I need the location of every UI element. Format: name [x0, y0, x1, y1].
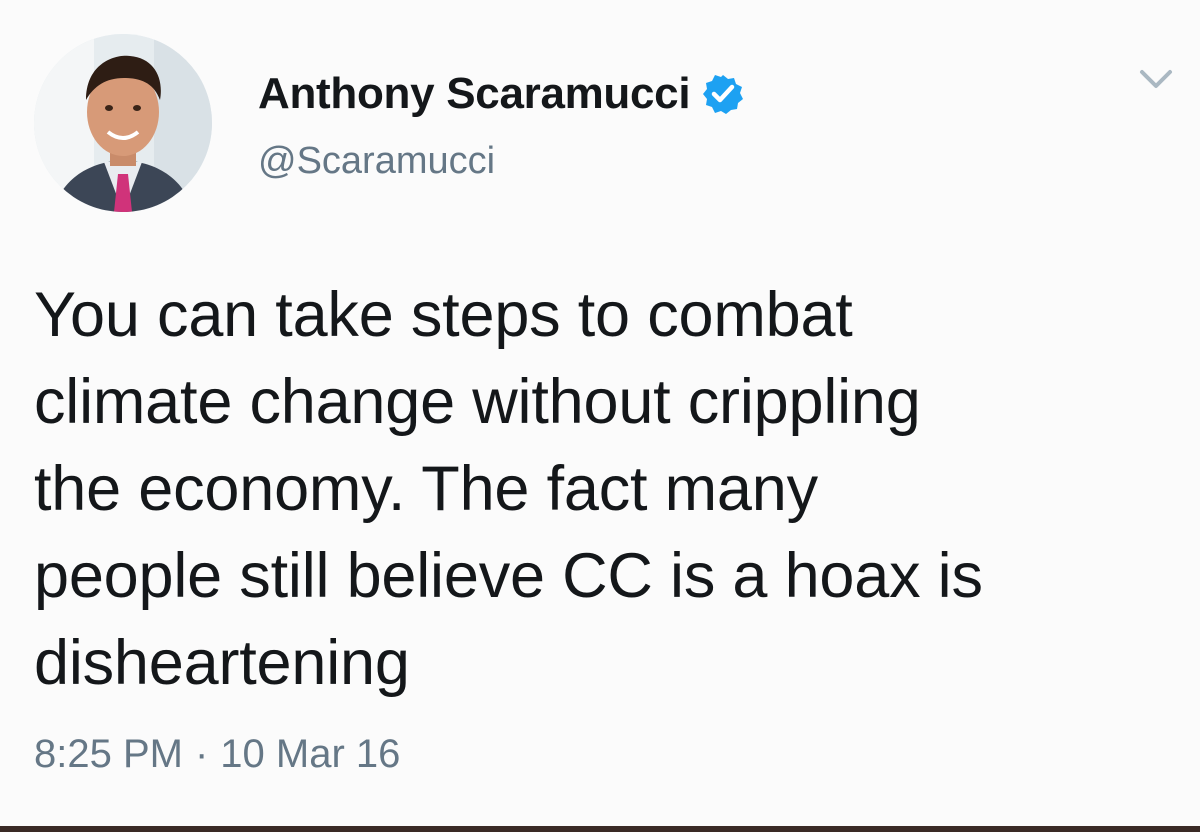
tweet-date[interactable]: 10 Mar 16	[220, 732, 400, 776]
separator: ·	[194, 732, 209, 776]
author-name-row[interactable]: Anthony Scaramucci	[258, 62, 744, 126]
profile-photo-icon	[34, 34, 212, 212]
user-handle[interactable]: @Scaramucci	[258, 140, 495, 183]
verified-badge-icon	[702, 73, 744, 115]
chevron-down-icon[interactable]	[1138, 66, 1174, 94]
tweet-text: You can take steps to combat climate cha…	[34, 280, 983, 698]
tweet-card: Anthony Scaramucci @Scaramucci You can t…	[0, 0, 1200, 832]
tweet-time[interactable]: 8:25 PM	[34, 732, 183, 776]
avatar[interactable]	[34, 34, 212, 212]
display-name[interactable]: Anthony Scaramucci	[258, 69, 691, 119]
timestamp[interactable]: 8:25 PM · 10 Mar 16	[34, 732, 400, 777]
